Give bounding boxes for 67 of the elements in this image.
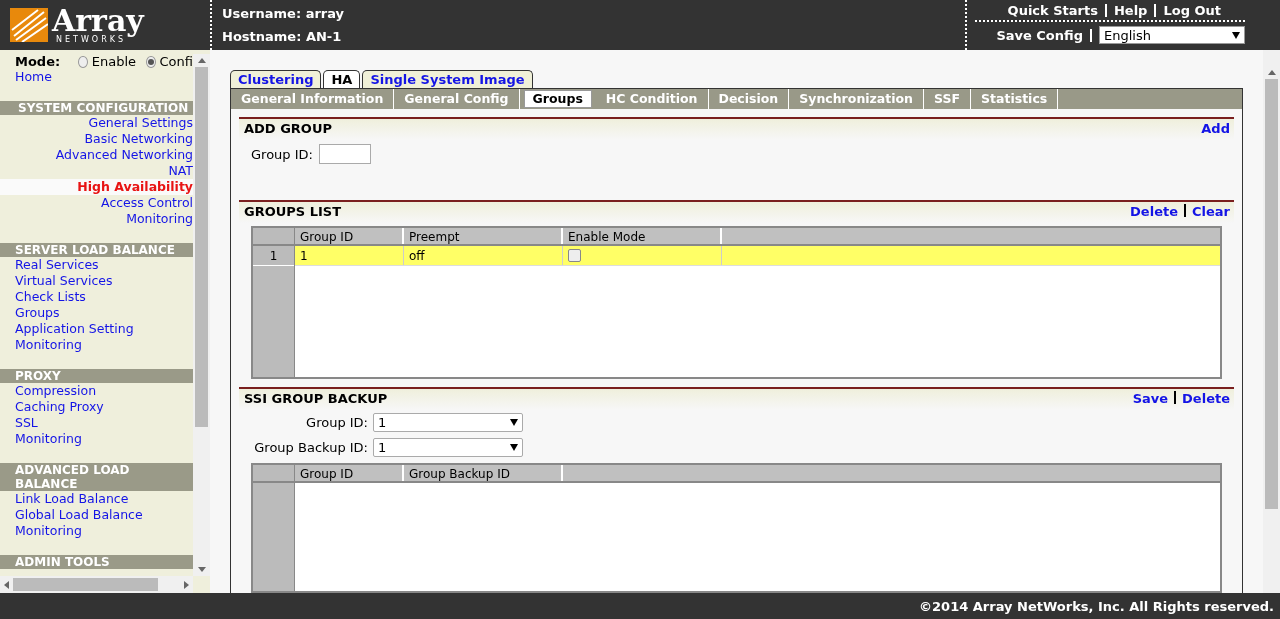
column-header: Group ID: [295, 465, 404, 481]
sidebar-link[interactable]: Monitoring: [0, 337, 193, 353]
sidebar-link[interactable]: Check Lists: [0, 289, 193, 305]
input-field[interactable]: [318, 144, 371, 164]
tab[interactable]: Groups: [523, 90, 592, 108]
tab[interactable]: HA: [323, 70, 361, 88]
sidebar-link[interactable]: Global Load Balance: [0, 507, 193, 523]
header-link[interactable]: Help: [1113, 3, 1148, 18]
sidebar-link[interactable]: Caching Proxy: [0, 399, 193, 415]
sidebar-link[interactable]: Home: [0, 69, 193, 85]
save-config-link[interactable]: Save Config: [996, 27, 1083, 43]
radio-label: Confi: [159, 54, 193, 69]
section-title: GROUPS LIST: [244, 204, 342, 219]
scrollbar[interactable]: [1263, 50, 1280, 593]
action-link[interactable]: Delete: [1130, 204, 1178, 219]
field-label: Group Backup ID:: [253, 440, 368, 455]
sidebar-link[interactable]: Virtual Services: [0, 273, 193, 289]
radio-button[interactable]: [146, 55, 156, 68]
logo-tagline: NETWORKS: [56, 36, 126, 44]
tab[interactable]: Single System Image: [362, 70, 533, 88]
sidebar-link[interactable]: Link Load Balance: [0, 491, 193, 507]
column-header: Group Backup ID: [404, 465, 563, 481]
tab[interactable]: Clustering: [230, 70, 322, 88]
copyright-text: ©2014 Array NetWorks, Inc. All Rights reserved.: [919, 598, 1274, 614]
field-label: Group ID:: [305, 415, 368, 430]
sidebar-link[interactable]: Monitoring: [0, 211, 193, 227]
column-header: Enable Mode: [563, 228, 722, 244]
sidebar-link[interactable]: Advanced Networking: [0, 147, 193, 163]
sidebar-link[interactable]: Monitoring: [0, 431, 193, 447]
section-title: ADD GROUP: [244, 121, 332, 136]
checkbox[interactable]: [568, 249, 581, 262]
action-link[interactable]: Add: [1201, 121, 1230, 136]
table-cell: 1: [295, 246, 404, 265]
section-title: SSI GROUP BACKUP: [244, 391, 388, 406]
field-label: Group ID:: [251, 146, 313, 162]
scrollbar[interactable]: [0, 576, 193, 593]
sidebar-link[interactable]: High Availability: [0, 179, 193, 195]
table-cell: off: [404, 246, 563, 265]
mode-label: Mode:: [15, 54, 61, 69]
username-label: Username: array: [222, 6, 345, 21]
sidebar-link[interactable]: Basic Networking: [0, 131, 193, 147]
scrollbar[interactable]: [193, 54, 210, 576]
sidebar-link[interactable]: General Settings: [0, 115, 193, 131]
language-select[interactable]: English: [1099, 26, 1245, 44]
sidebar-link[interactable]: Access Control: [0, 195, 193, 211]
logo-text: Array: [52, 6, 144, 36]
sidebar-link[interactable]: Compression: [0, 383, 193, 399]
sidebar-link[interactable]: Monitoring: [0, 523, 193, 539]
select-field[interactable]: 1: [373, 413, 523, 432]
sidebar-link[interactable]: Real Services: [0, 257, 193, 273]
table-row[interactable]: 1 off: [295, 246, 1220, 266]
sidebar-link[interactable]: NAT: [0, 163, 193, 179]
column-header: Group ID: [295, 228, 404, 244]
hostname-label: Hostname: AN-1: [222, 29, 343, 44]
column-header: Preempt: [404, 228, 563, 244]
sidebar-link[interactable]: SSL: [0, 415, 193, 431]
logo-icon: [10, 8, 48, 42]
header-link[interactable]: Quick Starts: [1007, 3, 1098, 18]
action-link[interactable]: Clear: [1192, 204, 1230, 219]
select-field[interactable]: 1: [373, 438, 523, 457]
radio-button[interactable]: [78, 55, 88, 68]
sidebar-link[interactable]: Groups: [0, 305, 193, 321]
sidebar-link[interactable]: Application Setting: [0, 321, 193, 337]
header-link[interactable]: Log Out: [1163, 3, 1221, 18]
action-link[interactable]: Save: [1132, 391, 1169, 406]
radio-label: Enable: [91, 54, 136, 69]
action-link[interactable]: Delete: [1182, 391, 1230, 406]
